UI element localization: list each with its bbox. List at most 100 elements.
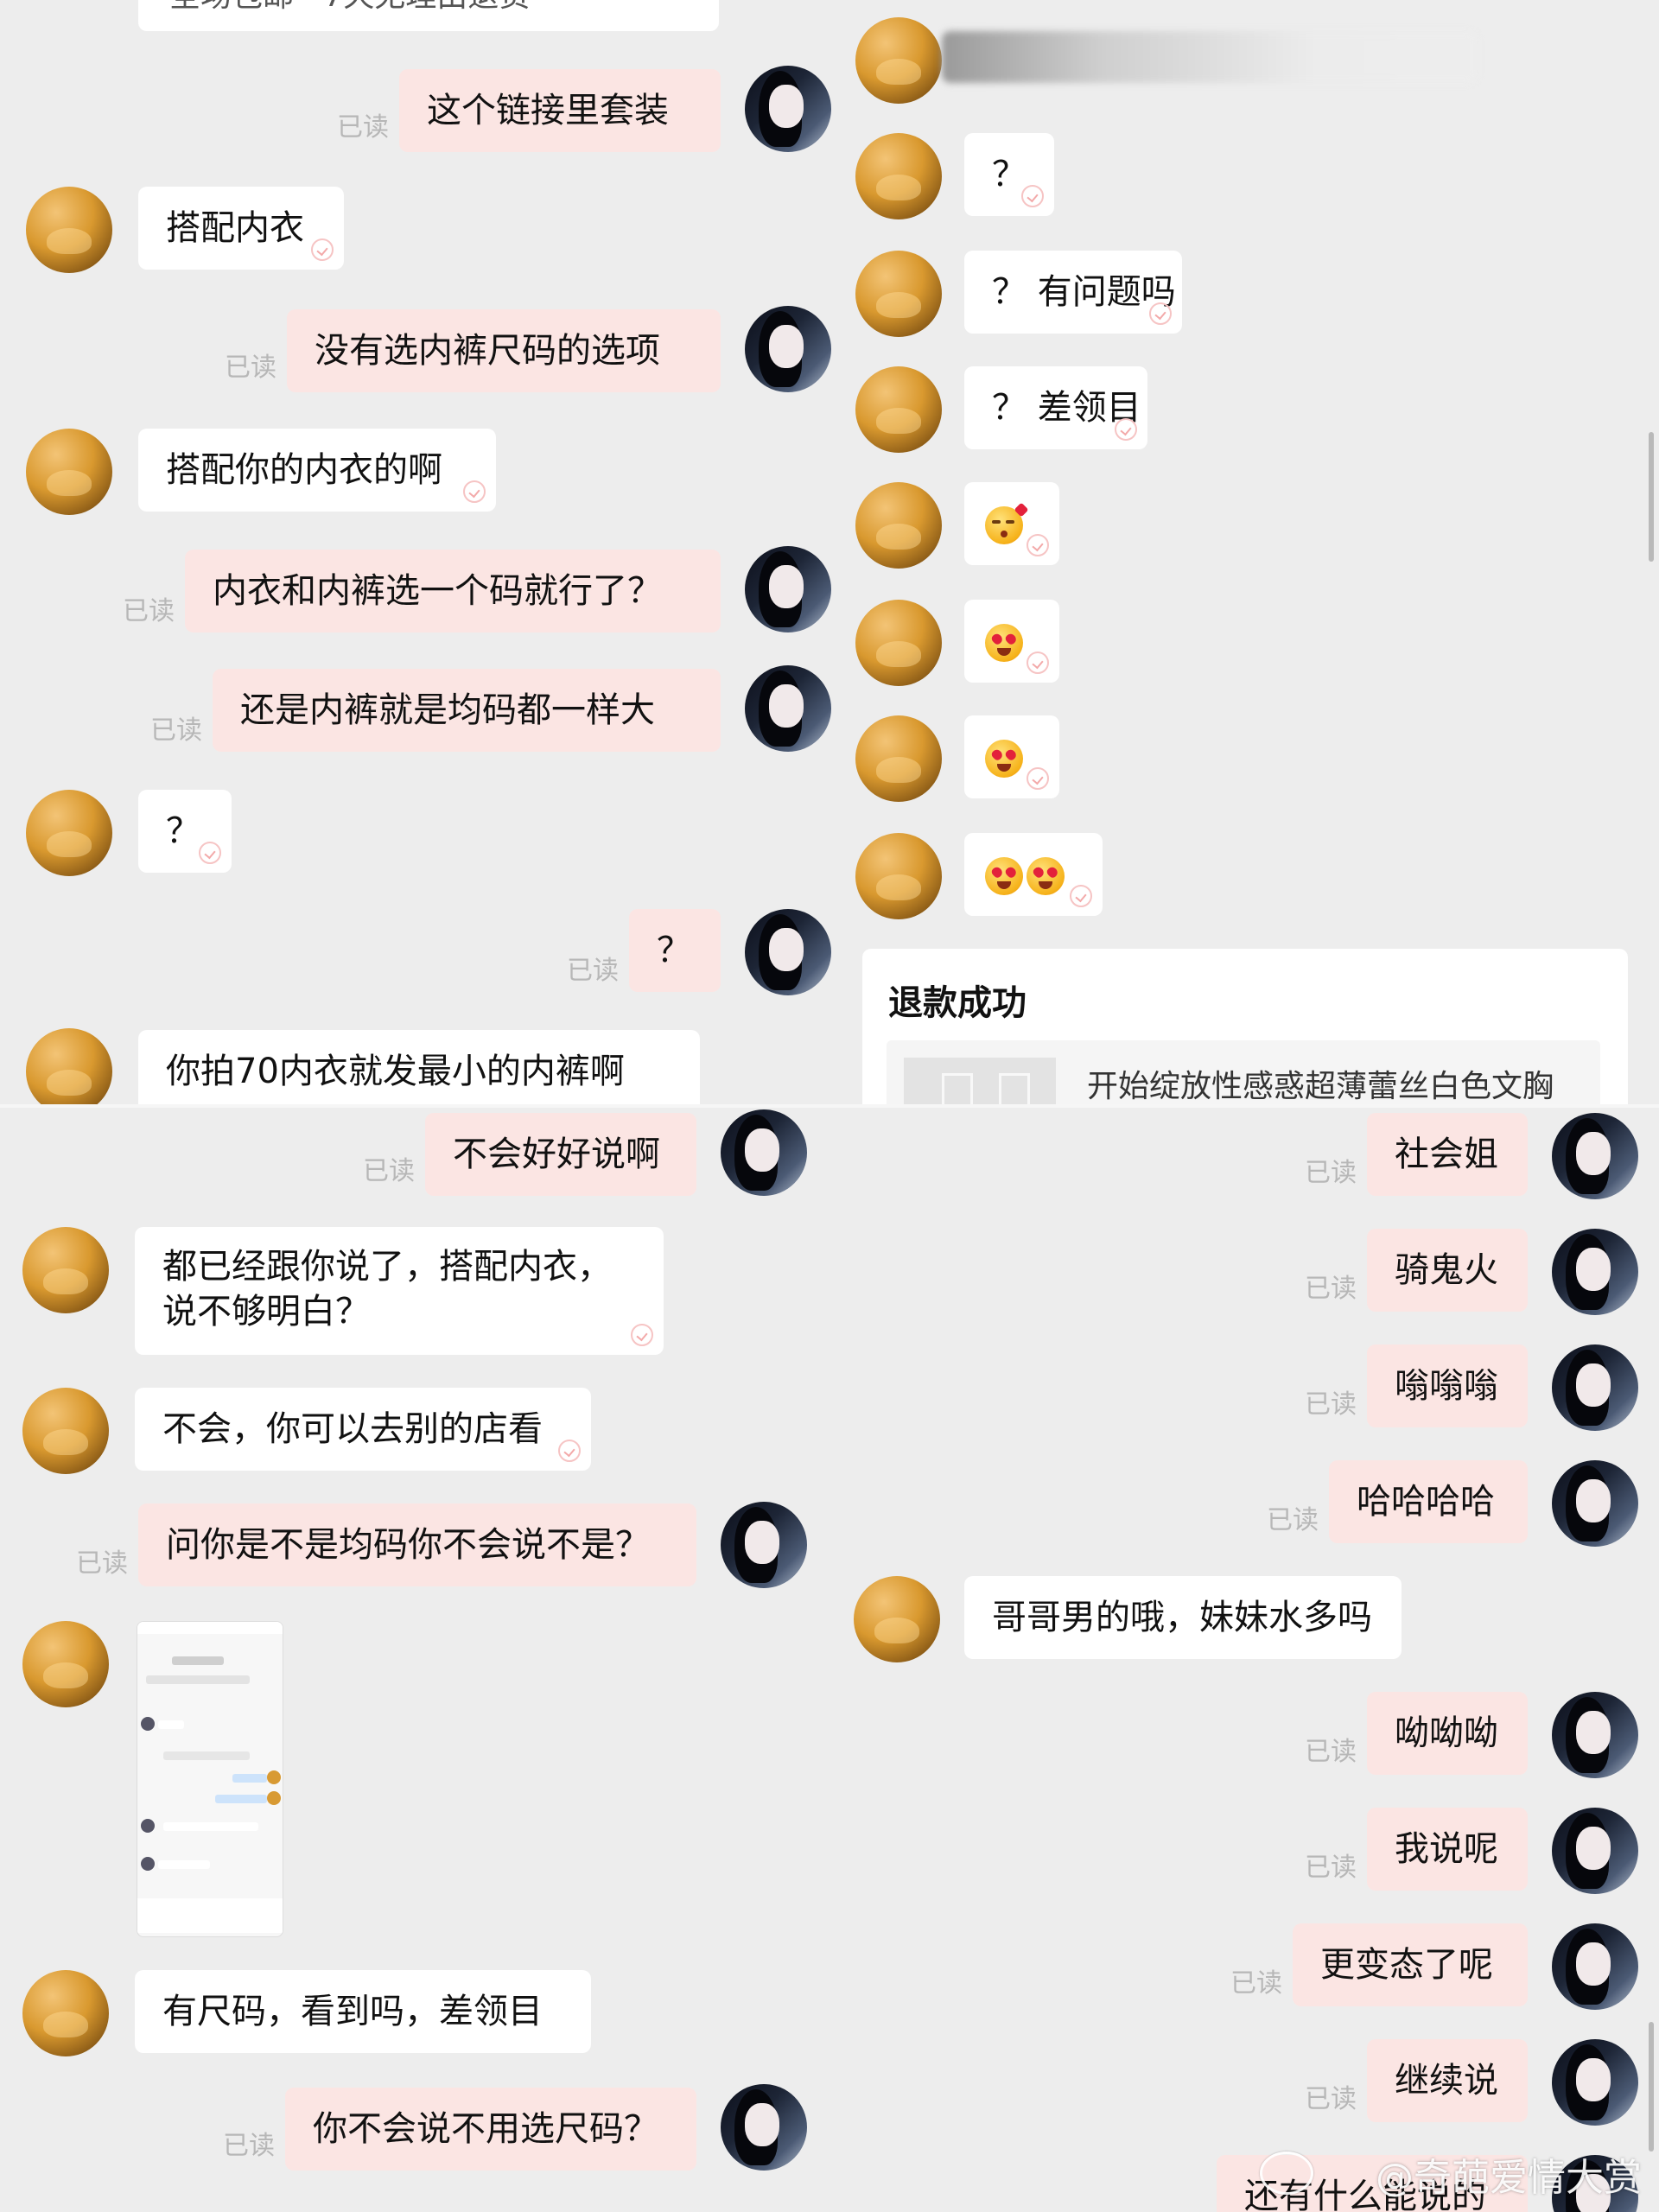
message-bubble-incoming[interactable]: 有尺码，看到吗，差领目 (135, 1970, 591, 2053)
message-bubble-outgoing[interactable]: 嗡嗡嗡 (1367, 1344, 1528, 1427)
pinduoduo-mark-icon (311, 238, 334, 261)
user-avatar[interactable] (745, 665, 831, 752)
message-bubble-outgoing[interactable]: 呦呦呦 (1367, 1692, 1528, 1775)
message-bubble-incoming[interactable]: 都已经跟你说了，搭配内衣，说不够明白？ (135, 1227, 664, 1355)
shop-avatar[interactable] (22, 1970, 109, 2056)
heart-eyes-emoji-icon (1027, 857, 1065, 895)
read-receipt: 已读 (150, 715, 202, 746)
chat-panel-bottom-right[interactable]: 已读 社会姐 已读 骑鬼火 已读 嗡嗡嗡 已读 哈哈哈哈 哥哥男的哦，妹妹水多吗… (847, 1106, 1659, 2212)
pinduoduo-mark-icon (199, 842, 221, 864)
message-text: 哥哥男的哦，妹妹水多吗 (992, 1598, 1372, 1637)
shop-avatar[interactable] (855, 251, 942, 337)
product-link-bubble-cut[interactable]: 全场包邮 · 7天无理由退货 (138, 0, 719, 31)
shop-avatar[interactable] (855, 482, 942, 569)
message-text: 社会姐 (1395, 1135, 1498, 1174)
shop-avatar[interactable] (26, 429, 112, 515)
message-bubble-incoming[interactable]: ？ 差领目 (964, 366, 1147, 449)
message-text: 都已经跟你说了，搭配内衣，说不够明白？ (162, 1247, 612, 1332)
refund-card[interactable]: 退款成功 开始绽放性感惑超薄蕾丝白色文胸 (862, 949, 1628, 1106)
shop-avatar[interactable] (855, 715, 942, 802)
message-bubble-outgoing[interactable]: 不会好好说啊 (425, 1113, 696, 1196)
user-avatar[interactable] (1552, 1344, 1638, 1431)
message-bubble-incoming[interactable] (964, 482, 1059, 565)
refund-product-row[interactable]: 开始绽放性感惑超薄蕾丝白色文胸 (887, 1040, 1600, 1106)
message-bubble-outgoing[interactable]: 内衣和内裤选一个码就行了？ (185, 550, 721, 632)
chat-panel-bottom-left[interactable]: 已读 不会好好说啊 都已经跟你说了，搭配内衣，说不够明白？ 不会，你可以去别的店… (0, 1106, 847, 2212)
read-receipt: 已读 (1305, 1389, 1357, 1420)
message-bubble-outgoing[interactable]: 我说呢 (1367, 1808, 1528, 1891)
read-receipt: 已读 (567, 956, 619, 986)
message-bubble-outgoing[interactable]: 社会姐 (1367, 1113, 1528, 1196)
message-text: 搭配你的内衣的啊 (166, 450, 442, 490)
shop-avatar[interactable] (855, 366, 942, 453)
message-bubble-incoming[interactable]: 搭配你的内衣的啊 (138, 429, 496, 512)
scrollbar[interactable] (1649, 2022, 1654, 2152)
shop-avatar[interactable] (22, 1621, 109, 1707)
message-bubble-incoming[interactable]: 搭配内衣 (138, 187, 344, 270)
chat-screenshot-image[interactable] (137, 1621, 283, 1937)
message-bubble-outgoing[interactable]: 还是内裤就是均码都一样大 (213, 669, 721, 752)
chat-panel-top-right[interactable]: ？ ？ 有问题吗 ？ 差领目 退款成功 开始绽放性感惑超薄蕾丝白色文胸 (847, 0, 1659, 1106)
message-bubble-incoming[interactable] (964, 600, 1059, 683)
shop-avatar[interactable] (26, 790, 112, 876)
shop-avatar[interactable] (855, 833, 942, 919)
message-bubble-outgoing[interactable]: 问你是不是均码你不会说不是？ (138, 1503, 696, 1586)
message-bubble-incoming[interactable]: ？ (138, 790, 232, 873)
message-bubble-outgoing[interactable]: 继续说 (1367, 2039, 1528, 2122)
message-bubble-outgoing[interactable]: 骑鬼火 (1367, 1229, 1528, 1312)
user-avatar[interactable] (1552, 2039, 1638, 2126)
message-text: 你不会说不用选尺码？ (313, 2109, 658, 2149)
user-avatar[interactable] (1552, 1923, 1638, 2010)
read-receipt: 已读 (1305, 2084, 1357, 2114)
message-bubble-outgoing[interactable]: 这个链接里套装 (399, 69, 721, 152)
message-bubble-outgoing[interactable]: ？ (629, 909, 721, 992)
user-avatar[interactable] (1552, 1113, 1638, 1199)
message-bubble-outgoing[interactable]: 你不会说不用选尺码？ (285, 2088, 696, 2171)
message-bubble-incoming[interactable]: 你拍70内衣就发最小的内裤啊 (138, 1030, 700, 1106)
read-receipt: 已读 (123, 596, 175, 626)
user-avatar[interactable] (1552, 1692, 1638, 1778)
message-bubble-outgoing[interactable]: 更变态了呢 (1293, 1923, 1528, 2006)
message-bubble-outgoing[interactable]: 哈哈哈哈 (1329, 1460, 1528, 1543)
user-avatar[interactable] (1552, 1808, 1638, 1894)
chat-panel-top-left[interactable]: 全场包邮 · 7天无理由退货 已读 这个链接里套装 搭配内衣 已读 没有选内裤尺… (0, 0, 847, 1106)
screenshot-line (215, 1795, 267, 1803)
message-text: 有尺码，看到吗，差领目 (162, 1992, 543, 2031)
message-bubble-incoming[interactable]: 哥哥男的哦，妹妹水多吗 (964, 1576, 1402, 1659)
shop-avatar[interactable] (855, 133, 942, 219)
message-bubble-incoming[interactable] (964, 833, 1103, 916)
message-text: ？ 有问题吗 (992, 272, 1176, 312)
shop-avatar[interactable] (855, 600, 942, 686)
user-avatar[interactable] (745, 546, 831, 632)
user-avatar[interactable] (745, 66, 831, 152)
shop-avatar[interactable] (855, 17, 942, 104)
shop-avatar[interactable] (26, 187, 112, 273)
message-bubble-incoming[interactable]: ？ (964, 133, 1054, 216)
user-avatar[interactable] (721, 1109, 807, 1196)
message-bubble-incoming[interactable] (964, 715, 1059, 798)
message-bubble-outgoing[interactable]: 没有选内裤尺码的选项 (287, 309, 721, 392)
message-text: 骑鬼火 (1395, 1250, 1498, 1290)
pinduoduo-mark-icon (463, 480, 486, 503)
user-avatar[interactable] (745, 909, 831, 995)
scrollbar[interactable] (1649, 432, 1654, 562)
message-bubble-incoming[interactable]: ？ 有问题吗 (964, 251, 1182, 334)
screenshot-avatar (141, 1857, 155, 1871)
read-receipt: 已读 (1305, 1158, 1357, 1188)
user-avatar[interactable] (745, 306, 831, 392)
screenshot-line (172, 1656, 224, 1665)
message-bubble-incoming[interactable]: 不会，你可以去别的店看 (135, 1388, 591, 1471)
user-avatar[interactable] (721, 1502, 807, 1588)
message-text: 继续说 (1395, 2061, 1498, 2101)
pinduoduo-mark-icon (1021, 185, 1044, 207)
shop-avatar[interactable] (854, 1576, 940, 1662)
kissing-heart-emoji-icon (985, 502, 1029, 544)
shop-avatar[interactable] (22, 1388, 109, 1474)
shop-avatar[interactable] (22, 1227, 109, 1313)
message-text: 内衣和内裤选一个码就行了？ (213, 571, 662, 611)
user-avatar[interactable] (721, 2084, 807, 2171)
user-avatar[interactable] (1552, 1229, 1638, 1315)
shop-avatar[interactable] (26, 1028, 112, 1106)
user-avatar[interactable] (1552, 1460, 1638, 1547)
screenshot-avatar (267, 1770, 281, 1784)
